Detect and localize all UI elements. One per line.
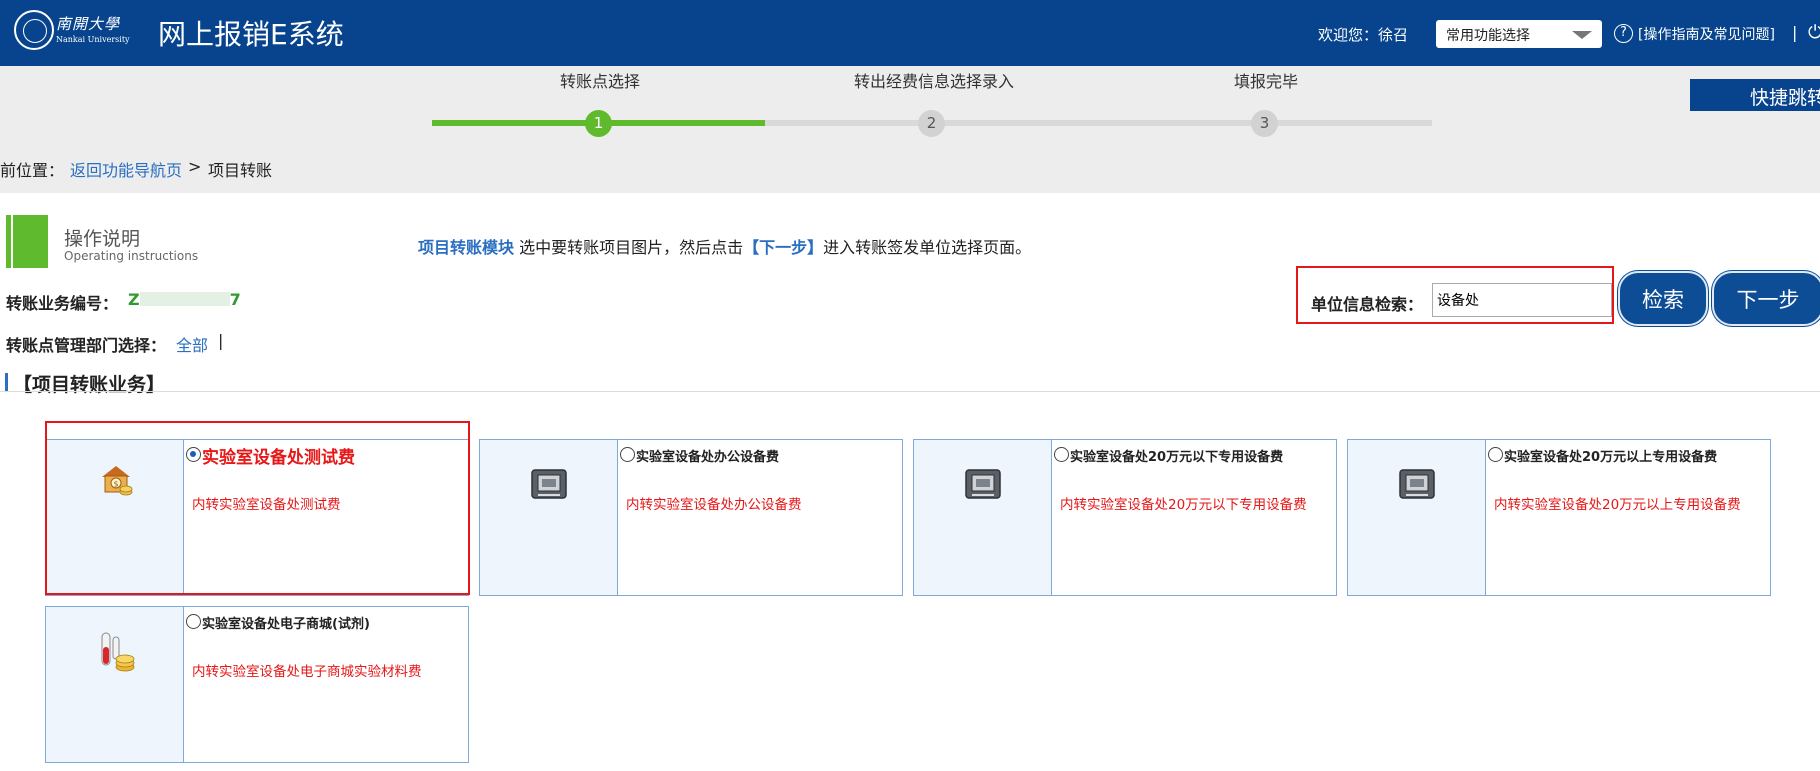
quick-function-select[interactable]: 常用功能选择 — [1436, 20, 1602, 48]
instructions-subtitle: Operating instructions — [64, 249, 199, 263]
module-name: 项目转账模块 — [418, 238, 515, 257]
step-dot-2: 2 — [918, 110, 945, 137]
instructions-text: 项目转账模块 选中要转账项目图片，然后点击【下一步】进入转账签发单位选择页面。 — [418, 234, 1031, 258]
serial-redaction — [139, 292, 230, 306]
card-icon-cell — [46, 607, 184, 762]
cpu-chip-icon — [531, 469, 567, 499]
unit-search-input[interactable] — [1432, 283, 1612, 317]
quick-jump-button[interactable]: 快捷跳转 — [1690, 79, 1820, 111]
card-title-4: 实验室设备处20万元以上专用设备费 — [1504, 450, 1718, 465]
selected-card-highlight — [45, 421, 470, 595]
serial-prefix: Z — [128, 290, 140, 309]
card-transfer-item[interactable]: 实验室设备处电子商城(试剂) 内转实验室设备处电子商城实验材料费 — [45, 606, 469, 763]
card-radio-5[interactable] — [186, 614, 201, 629]
dept-all-link[interactable]: 全部 — [176, 332, 208, 356]
card-title-2: 实验室设备处办公设备费 — [636, 450, 780, 465]
logo-english: Nankai University — [56, 35, 130, 44]
help-icon[interactable]: ? — [1614, 24, 1633, 43]
card-radio-4[interactable] — [1488, 447, 1503, 462]
book-icon — [6, 215, 48, 268]
help-guide-link[interactable]: [操作指南及常见问题] — [1638, 24, 1775, 44]
quick-select-value: 常用功能选择 — [1446, 28, 1530, 44]
cpu-chip-icon — [1399, 469, 1435, 499]
card-transfer-item[interactable]: 实验室设备处办公设备费 内转实验室设备处办公设备费 — [479, 439, 903, 596]
chevron-down-icon — [1572, 31, 1592, 39]
step-dot-1: 1 — [585, 110, 612, 137]
test-tube-coins-icon — [101, 632, 135, 672]
breadcrumb-current: 项目转账 — [208, 161, 273, 180]
dept-separator: | — [218, 331, 224, 350]
card-desc-3: 内转实验室设备处20万元以下专用设备费 — [1060, 497, 1307, 513]
section-title: 【项目转账业务】 — [13, 374, 166, 396]
search-label: 单位信息检索： — [1311, 295, 1424, 314]
card-desc-2: 内转实验室设备处办公设备费 — [626, 497, 802, 513]
next-step-button[interactable]: 下一步 — [1712, 271, 1820, 326]
instructions-title: 操作说明 — [64, 228, 141, 250]
serial-value: Z7 — [128, 290, 241, 309]
search-button[interactable]: 检索 — [1618, 271, 1708, 326]
next-step-reference: 【下一步】 — [743, 238, 824, 257]
welcome-text: 欢迎您：徐召 — [1318, 26, 1409, 44]
card-transfer-item[interactable]: 实验室设备处20万元以上专用设备费 内转实验室设备处20万元以上专用设备费 — [1347, 439, 1771, 596]
university-seal-icon — [14, 10, 54, 50]
card-radio-3[interactable] — [1054, 447, 1069, 462]
app-title: 网上报销E系统 — [158, 18, 344, 51]
card-icon-cell — [914, 440, 1052, 595]
card-desc-4: 内转实验室设备处20万元以上专用设备费 — [1494, 497, 1741, 513]
dept-label: 转账点管理部门选择： — [6, 336, 167, 355]
instructions-after: 进入转账签发单位选择页面。 — [823, 238, 1032, 257]
breadcrumb-lead: 前位置： — [0, 161, 65, 180]
card-icon-cell — [480, 440, 618, 595]
logo-chinese: 南開大學 — [56, 15, 121, 33]
cpu-chip-icon — [965, 469, 1001, 499]
card-title-3: 实验室设备处20万元以下专用设备费 — [1070, 450, 1284, 465]
card-icon-cell — [1348, 440, 1486, 595]
breadcrumb-separator: > — [188, 157, 202, 176]
card-title-5: 实验室设备处电子商城(试剂) — [202, 617, 370, 632]
exit-icon[interactable]: ⏻ — [1808, 22, 1820, 43]
step-label-1: 转账点选择 — [560, 72, 641, 91]
header-separator: | — [1792, 23, 1798, 42]
step-dot-3: 3 — [1251, 110, 1278, 137]
card-transfer-item[interactable]: 实验室设备处20万元以下专用设备费 内转实验室设备处20万元以下专用设备费 — [913, 439, 1337, 596]
card-radio-2[interactable] — [620, 447, 635, 462]
section-divider — [0, 391, 1820, 392]
step-label-2: 转出经费信息选择录入 — [854, 72, 1015, 91]
card-desc-5: 内转实验室设备处电子商城实验材料费 — [192, 664, 422, 680]
step-label-3: 填报完毕 — [1234, 72, 1299, 91]
serial-label: 转账业务编号： — [6, 294, 119, 313]
serial-suffix: 7 — [229, 290, 241, 309]
section-marker — [5, 373, 8, 392]
breadcrumb-home-link[interactable]: 返回功能导航页 — [70, 157, 182, 181]
instructions-before: 选中要转账项目图片，然后点击 — [519, 238, 744, 257]
top-header: 南開大學 Nankai University 网上报销E系统 欢迎您：徐召 常用… — [0, 0, 1820, 66]
